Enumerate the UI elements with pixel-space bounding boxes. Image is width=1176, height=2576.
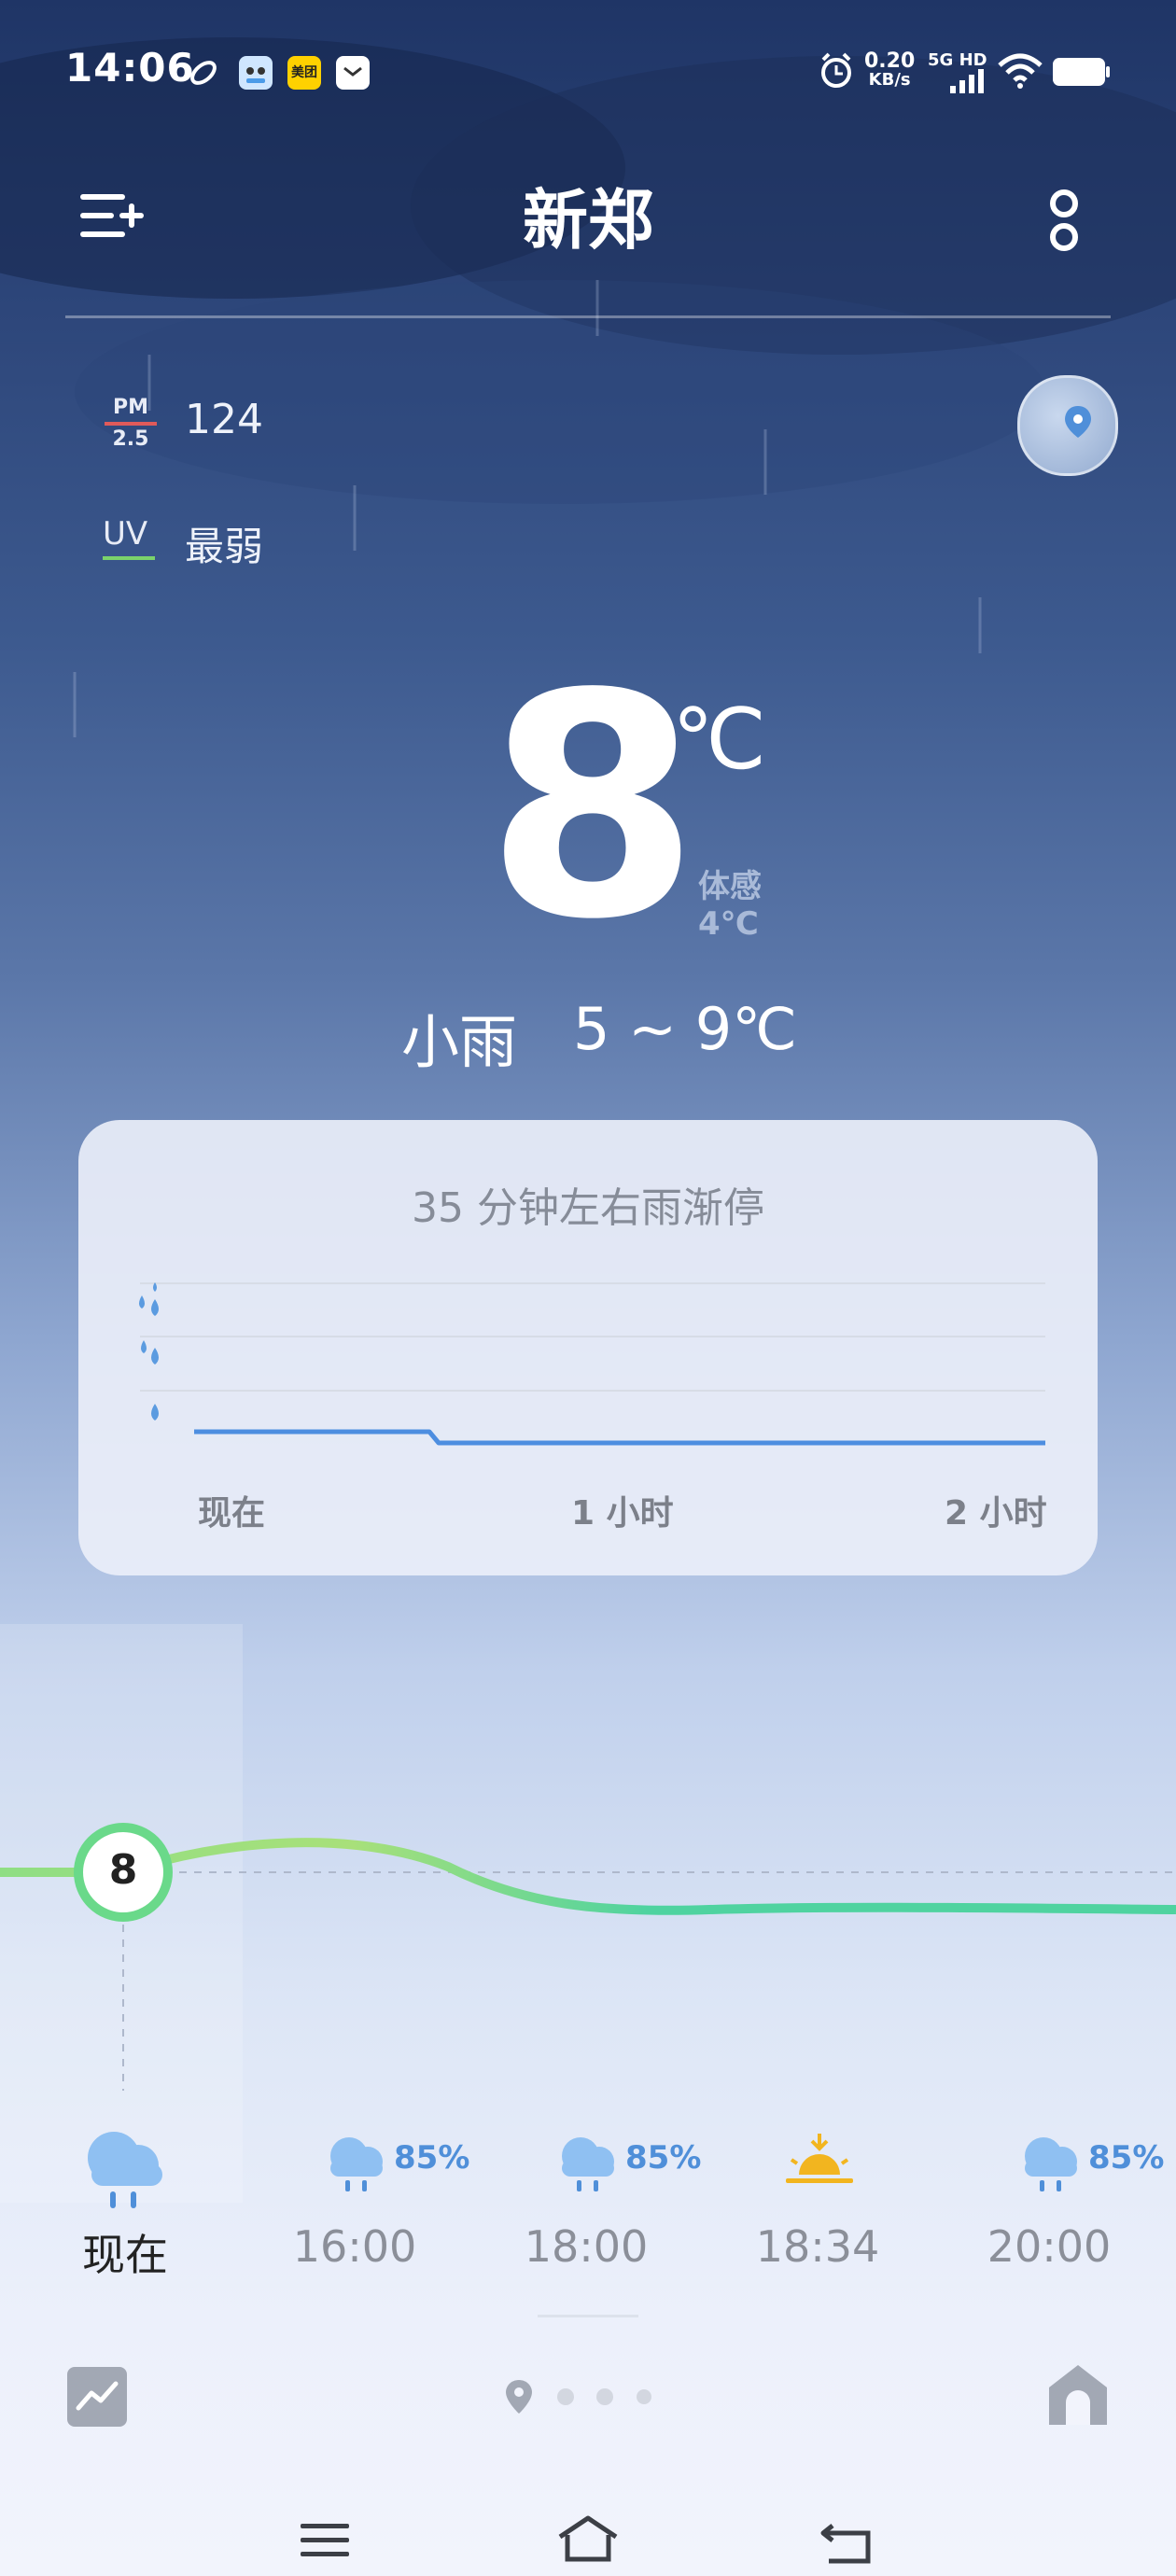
scroll-indicator: [538, 2315, 638, 2317]
battery-icon: [1053, 58, 1110, 86]
rain-cloud-icon: [330, 2137, 383, 2191]
recent-apps-button[interactable]: [299, 2520, 351, 2561]
hour-label: 现在: [82, 2230, 168, 2280]
map-button[interactable]: [1017, 375, 1118, 476]
sunset-icon: [786, 2134, 853, 2183]
more-options-button[interactable]: [1043, 187, 1085, 258]
weather-condition: 小雨: [401, 1008, 518, 1076]
hour-label: 16:00: [292, 2221, 417, 2272]
feels-like-label: 体感: [698, 868, 762, 905]
home-button[interactable]: [556, 2514, 620, 2563]
location-pin-icon: [1065, 406, 1091, 438]
wifi-icon: [998, 53, 1043, 89]
pill-app-icon: [187, 56, 220, 90]
net-speed: 0.20 KB/s: [864, 49, 916, 90]
feels-like-value: 4℃: [698, 905, 759, 943]
hourly-temp-curve[interactable]: [0, 1792, 1176, 2091]
precip-probability: 85%: [394, 2139, 470, 2177]
rain-axis-now: 现在: [198, 1494, 266, 1533]
pm25-icon: PM 2.5: [105, 396, 157, 452]
city-manage-button[interactable]: [80, 187, 146, 248]
uv-icon: UV: [103, 515, 155, 560]
cartoon-app-icon: [239, 56, 273, 90]
network-gen: 5G HD: [928, 50, 987, 70]
status-time: 14:06: [65, 45, 195, 91]
trend-chart-button[interactable]: [67, 2367, 127, 2427]
alarm-icon: [821, 52, 851, 88]
current-temperature: 8: [485, 628, 700, 987]
temperature-range: 5 ~ 9℃: [573, 995, 797, 1063]
rain-cloud-icon: [88, 2132, 162, 2208]
rain-intensity-chart: [139, 1282, 1045, 1446]
mail-icon: [336, 56, 370, 90]
raindrop-moderate-icon: [141, 1340, 159, 1365]
raindrop-heavy-icon: [139, 1282, 159, 1316]
rain-card-title: 35 分钟左右雨渐停: [412, 1184, 764, 1232]
uv-value[interactable]: 最弱: [185, 515, 263, 572]
precip-probability: 85%: [1088, 2139, 1165, 2177]
page-indicator[interactable]: [502, 2378, 651, 2419]
status-bar: 14:06 美团 0.20 KB/s 5G HD: [0, 0, 1176, 149]
meituan-icon: 美团: [287, 56, 321, 90]
header-divider: [65, 315, 1111, 318]
city-name: 新郑: [523, 182, 653, 259]
rain-axis-1h: 1 小时: [571, 1494, 674, 1533]
rain-axis-2h: 2 小时: [945, 1494, 1047, 1533]
temperature-unit: ℃: [672, 691, 767, 789]
home-weather-button[interactable]: [1047, 2363, 1109, 2427]
current-temp-marker-value: 8: [108, 1846, 138, 1894]
hour-label: 18:34: [755, 2221, 880, 2272]
rain-cloud-icon: [562, 2137, 614, 2191]
pm25-value[interactable]: 124: [185, 396, 263, 443]
hour-label: 18:00: [524, 2221, 649, 2272]
signal-icon: [950, 69, 984, 93]
hour-label: 20:00: [987, 2221, 1112, 2272]
raindrop-light-icon: [151, 1404, 159, 1421]
rain-intensity-line: [194, 1429, 1045, 1446]
rain-cloud-icon: [1025, 2137, 1077, 2191]
precip-probability: 85%: [625, 2139, 702, 2177]
back-button[interactable]: [819, 2520, 877, 2565]
